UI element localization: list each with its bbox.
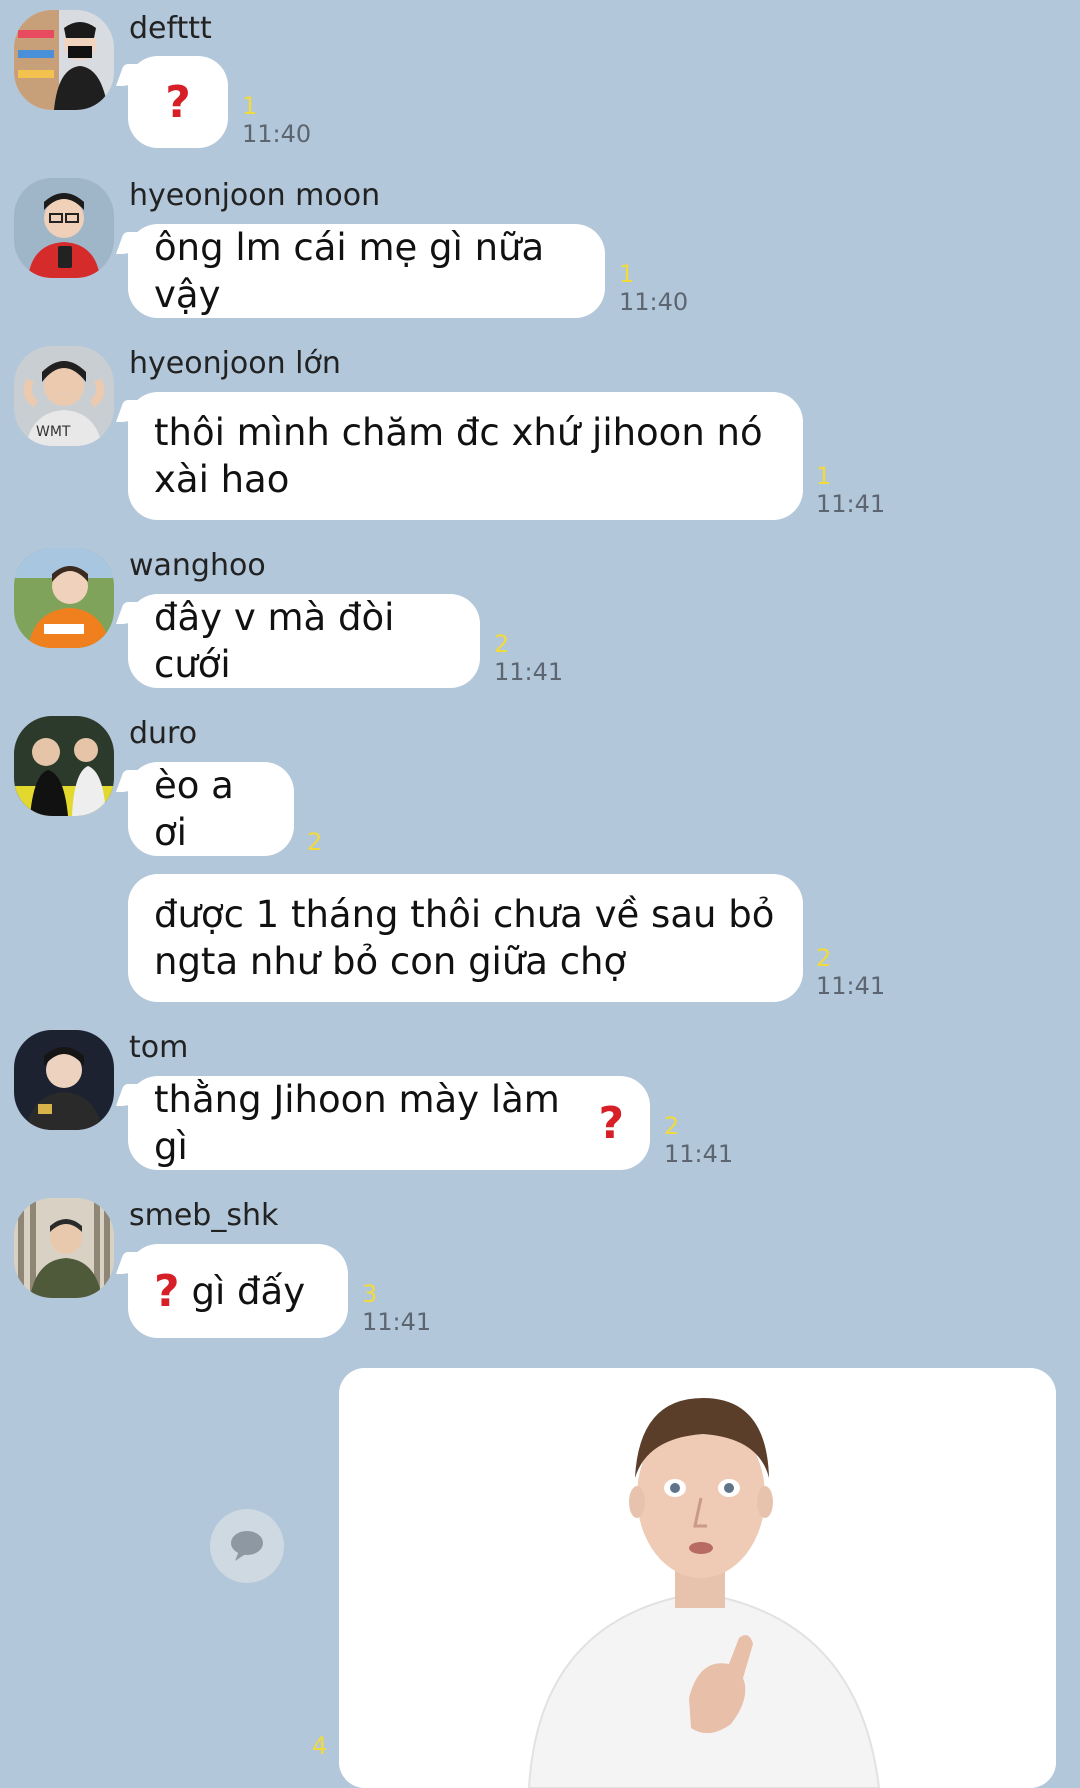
message-meta: 2 11:41: [816, 944, 885, 1000]
message-bubble[interactable]: thằng Jihoon mày làm gì ?: [128, 1076, 650, 1170]
sender-name: smeb_shk: [129, 1198, 279, 1233]
message-meta: 1 11:41: [816, 462, 885, 518]
unread-count: 1: [242, 92, 258, 120]
sender-name: hyeonjoon moon: [129, 178, 381, 213]
timestamp: 11:41: [816, 490, 886, 518]
sender-name: hyeonjoon lớn: [129, 346, 341, 381]
avatar-duro[interactable]: [14, 716, 114, 816]
timestamp: 11:40: [619, 288, 689, 316]
sender-name: tom: [129, 1030, 189, 1065]
unread-count: 1: [619, 260, 635, 288]
message-text: thằng Jihoon mày làm gì: [154, 1078, 572, 1168]
message-meta: 2 11:41: [494, 630, 563, 686]
speech-bubble-icon: [231, 1531, 263, 1561]
message-bubble[interactable]: đây v mà đòi cưới: [128, 594, 480, 688]
avatar-wanghoo[interactable]: [14, 548, 114, 648]
message-bubble[interactable]: èo a ơi: [128, 762, 294, 856]
red-question-mark-icon: ?: [598, 1097, 624, 1149]
svg-text:WMT: WMT: [36, 424, 71, 440]
unread-count: 2: [494, 630, 510, 658]
message-bubble[interactable]: ? gì đấy: [128, 1244, 348, 1338]
message-meta: 2: [307, 828, 322, 856]
message-meta: 1 11:40: [619, 260, 688, 316]
image-message[interactable]: [339, 1368, 1056, 1788]
message-text: được 1 tháng thôi chưa về sau bỏ ngta nh…: [154, 893, 787, 983]
red-question-mark-icon: ?: [154, 1265, 180, 1317]
avatar-hyeonjoon-lon[interactable]: WMT: [14, 346, 114, 446]
sender-name: defttt: [129, 11, 212, 46]
unread-count: 2: [664, 1112, 680, 1140]
unread-count: 1: [816, 462, 832, 490]
avatar-defttt[interactable]: [14, 10, 114, 110]
unread-count: 3: [362, 1280, 378, 1308]
avatar-smeb-shk[interactable]: [14, 1198, 114, 1298]
timestamp: 11:41: [816, 972, 886, 1000]
sender-name: duro: [129, 716, 198, 751]
message-bubble[interactable]: được 1 tháng thôi chưa về sau bỏ ngta nh…: [128, 874, 803, 1002]
message-meta: 3 11:41: [362, 1280, 431, 1336]
unread-count: 2: [307, 828, 323, 856]
message-bubble[interactable]: ông lm cái mẹ gì nữa vậy: [128, 224, 605, 318]
message-text: đây v mà đòi cưới: [154, 596, 407, 686]
message-text: gì đấy: [191, 1269, 306, 1313]
avatar-tom[interactable]: [14, 1030, 114, 1130]
unread-count: 4: [312, 1732, 328, 1760]
timestamp: 11:40: [242, 120, 312, 148]
message-meta: 1 11:40: [242, 92, 311, 148]
red-question-mark-icon: ?: [165, 76, 191, 128]
message-meta: 2 11:41: [664, 1112, 733, 1168]
timestamp: 11:41: [664, 1140, 734, 1168]
unread-count: 2: [816, 944, 832, 972]
photo-man-shocked: [339, 1368, 1056, 1788]
message-text: thôi mình chăm đc xhứ jihoon nó xài hao: [154, 411, 775, 501]
message-bubble[interactable]: thôi mình chăm đc xhứ jihoon nó xài hao: [128, 392, 803, 520]
message-bubble[interactable]: ?: [128, 56, 228, 148]
timestamp: 11:41: [494, 658, 564, 686]
share-button[interactable]: [210, 1509, 284, 1583]
avatar-hyeonjoon-moon[interactable]: [14, 178, 114, 278]
message-text: ông lm cái mẹ gì nữa vậy: [154, 226, 556, 316]
chat-room: defttt ? 1 11:40 hyeonjoon moon ông lm c…: [0, 0, 1080, 1788]
timestamp: 11:41: [362, 1308, 432, 1336]
sender-name: wanghoo: [129, 548, 266, 583]
message-text: èo a ơi: [154, 764, 246, 854]
